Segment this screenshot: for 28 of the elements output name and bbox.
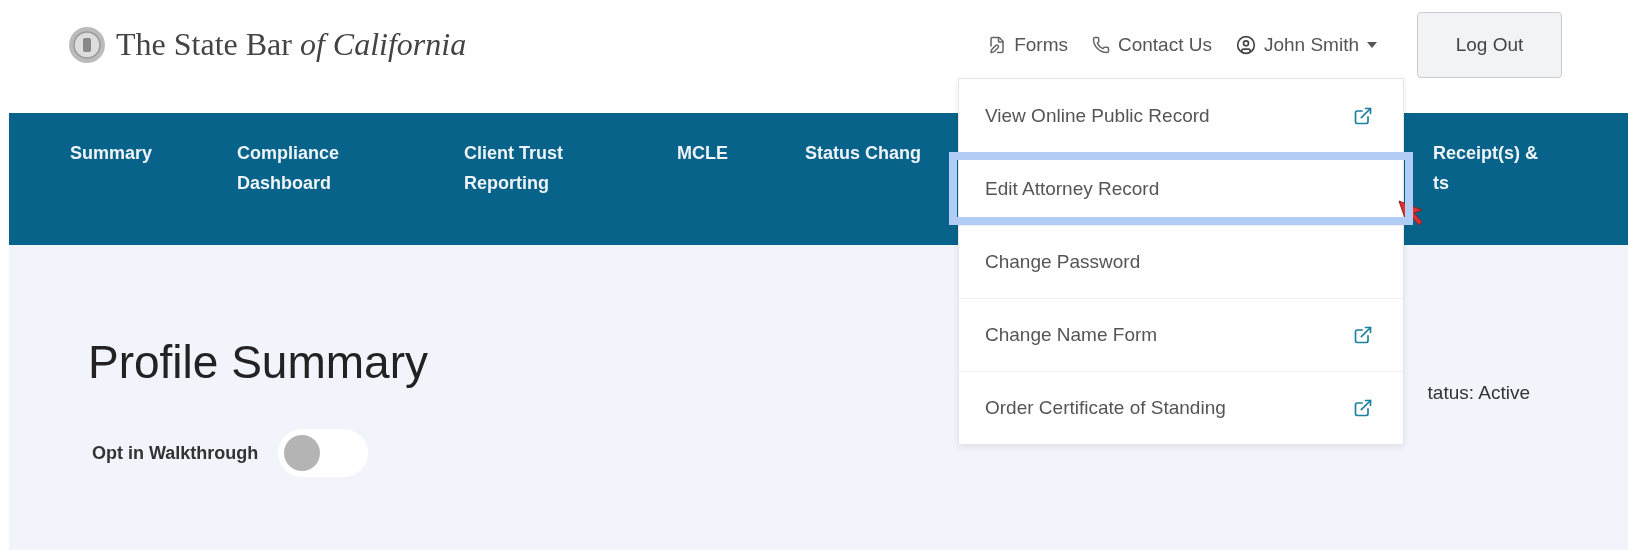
nav-item[interactable]: MCLE	[677, 143, 805, 245]
menu-item[interactable]: Order Certificate of Standing	[959, 371, 1403, 444]
logout-button[interactable]: Log Out	[1417, 11, 1562, 78]
nav-item[interactable]: Receipt(s) & ts	[1433, 143, 1603, 245]
menu-item[interactable]: View Online Public Record	[959, 79, 1403, 152]
walkthrough-label: Opt in Walkthrough	[92, 442, 259, 464]
external-link-icon	[1353, 398, 1373, 418]
menu-item[interactable]: Edit Attorney Record	[949, 152, 1413, 225]
site-logo-text: The State Bar of California	[116, 26, 467, 63]
seal-logo-icon	[68, 25, 106, 64]
phone-icon	[1091, 35, 1110, 54]
walkthrough-toggle[interactable]	[278, 429, 369, 477]
caret-icon	[1367, 41, 1377, 48]
nav-item[interactable]: Compliance Dashboard	[237, 143, 464, 245]
page-title: Profile Summary	[88, 335, 428, 389]
external-link-icon	[1353, 105, 1373, 126]
menu-item[interactable]: Change Password	[959, 225, 1403, 298]
nav-item[interactable]: Client Trust Reporting	[464, 143, 677, 245]
external-link-icon	[1353, 325, 1373, 345]
user-icon	[1235, 34, 1256, 55]
status-text: tatus: Active	[1427, 382, 1530, 404]
menu-item[interactable]: Change Name Form	[959, 298, 1403, 371]
nav-item[interactable]: Summary	[70, 143, 237, 245]
user-menu-toggle[interactable]: John Smith	[1235, 33, 1377, 56]
mouse-pointer-icon	[1398, 200, 1424, 226]
document-pen-icon	[988, 35, 1007, 54]
header-link[interactable]: Forms	[988, 33, 1068, 56]
header-link[interactable]: Contact Us	[1091, 33, 1212, 56]
